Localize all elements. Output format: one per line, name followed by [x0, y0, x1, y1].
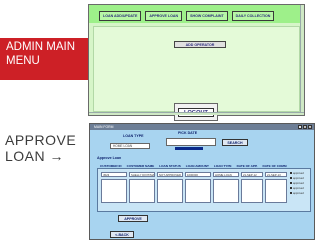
loan-type-label: LOAN TYPE: [123, 134, 144, 138]
admin-main-menu-caption: ADMIN MAIN MENU: [0, 38, 88, 80]
back-button[interactable]: <-BACK: [110, 231, 134, 238]
vertical-scrollbar[interactable]: [300, 5, 304, 115]
caption-line: APPROVE: [5, 132, 77, 148]
column-header: DATE OF APP.: [236, 164, 258, 168]
table-header: CUSTOMER ID CUSTOMER NAME LOAN STATUS LO…: [100, 164, 292, 169]
admin-tab-bar: LOAN ADD/UPDATE APPROVE LOAN SHOW COMPLA…: [99, 11, 275, 21]
column-header: DATE OF COMM: [262, 164, 287, 168]
checkbox-label: approved: [293, 187, 304, 190]
loan-type-select[interactable]: HOME LOAN: [110, 143, 150, 149]
table-cell-empty[interactable]: [185, 179, 211, 203]
approve-button[interactable]: APPROVE: [118, 215, 148, 222]
approve-checkbox[interactable]: approved: [290, 192, 304, 195]
checkbox-icon: [290, 192, 292, 194]
table-cell[interactable]: 21-SEP-12: [241, 172, 263, 177]
caption-line: MENU: [6, 55, 40, 67]
column-header: LOAN AMOUNT: [185, 164, 209, 168]
tab-show-complaint[interactable]: SHOW COMPLAINT: [186, 11, 228, 21]
table-cell[interactable]: 1000000: [185, 172, 211, 177]
table-cell[interactable]: 4523: [101, 172, 127, 177]
approve-form-body: LOAN TYPE HOME LOAN PICK DATE SEARCH App…: [90, 130, 314, 239]
admin-menu-screenshot: LOAN ADD/UPDATE APPROVE LOAN SHOW COMPLA…: [88, 4, 305, 121]
table-cell-empty[interactable]: [241, 179, 263, 203]
window-controls: _ □ x: [298, 125, 312, 129]
close-icon[interactable]: x: [308, 125, 312, 129]
column-header: LOAN STATUS: [159, 164, 181, 168]
table-cell-empty[interactable]: [213, 179, 239, 203]
table-cell[interactable]: HOME LOAN: [213, 172, 239, 177]
tab-daily-collection[interactable]: DAILY COLLECTION: [231, 11, 275, 21]
approve-checkbox[interactable]: approved: [290, 177, 304, 180]
table-cell-empty[interactable]: [265, 179, 287, 203]
admin-content-area: ADD OPERATOR LOGOUT: [89, 23, 304, 121]
pick-date-label: PICK DATE: [178, 131, 198, 135]
loan-table: CUSTOMER ID CUSTOMER NAME LOAN STATUS LO…: [97, 164, 311, 212]
add-operator-button[interactable]: ADD OPERATOR: [174, 41, 226, 48]
checkbox-icon: [290, 177, 292, 179]
checkbox-label: approved: [293, 177, 304, 180]
column-header: CUSTOMER ID: [100, 164, 122, 168]
table-cell[interactable]: NOT APPROVED: [157, 172, 183, 177]
search-button[interactable]: SEARCH: [222, 139, 248, 146]
table-cell-empty[interactable]: [129, 179, 155, 203]
checkbox-label: approved: [293, 172, 304, 175]
date-picker-bar[interactable]: [175, 147, 203, 150]
column-header: LOAN TYPE: [213, 164, 232, 168]
approve-loan-caption: APPROVE LOAN →: [5, 132, 95, 164]
caption-line: ADMIN MAIN: [6, 41, 75, 53]
approve-checkbox[interactable]: approved: [290, 172, 304, 175]
approve-loan-section-label: Approve Loan: [97, 156, 122, 160]
table-cell[interactable]: 21-SEP-13: [265, 172, 287, 177]
maximize-icon[interactable]: □: [303, 125, 307, 129]
table-cell-empty[interactable]: [157, 179, 183, 203]
column-header: CUSTOMER NAME: [126, 164, 155, 168]
checkbox-icon: [290, 172, 292, 174]
checkbox-label: approved: [293, 182, 304, 185]
date-picker-field[interactable]: [166, 138, 216, 146]
checkbox-icon: [290, 187, 292, 189]
admin-panel: ADD OPERATOR LOGOUT: [93, 26, 300, 121]
checkbox-icon: [290, 182, 292, 184]
tab-loan-add-update[interactable]: LOAN ADD/UPDATE: [99, 11, 142, 21]
approve-loan-screenshot: MAIN FORM _ □ x LOAN TYPE HOME LOAN PICK…: [89, 123, 315, 240]
checkbox-label: approved: [293, 192, 304, 195]
table-cell[interactable]: SHELLY DIXIT/MAN: [129, 172, 155, 177]
table-cell-empty[interactable]: [101, 179, 127, 203]
slide: ADMIN MAIN MENU APPROVE LOAN → LOAN ADD/…: [0, 0, 320, 240]
horizontal-scrollbar[interactable]: [89, 112, 304, 115]
tab-approve-loan[interactable]: APPROVE LOAN: [145, 11, 183, 21]
approve-checkbox[interactable]: approved: [290, 187, 304, 190]
caption-line: LOAN →: [5, 148, 65, 164]
minimize-icon[interactable]: _: [298, 125, 302, 129]
approve-checkbox[interactable]: approved: [290, 182, 304, 185]
